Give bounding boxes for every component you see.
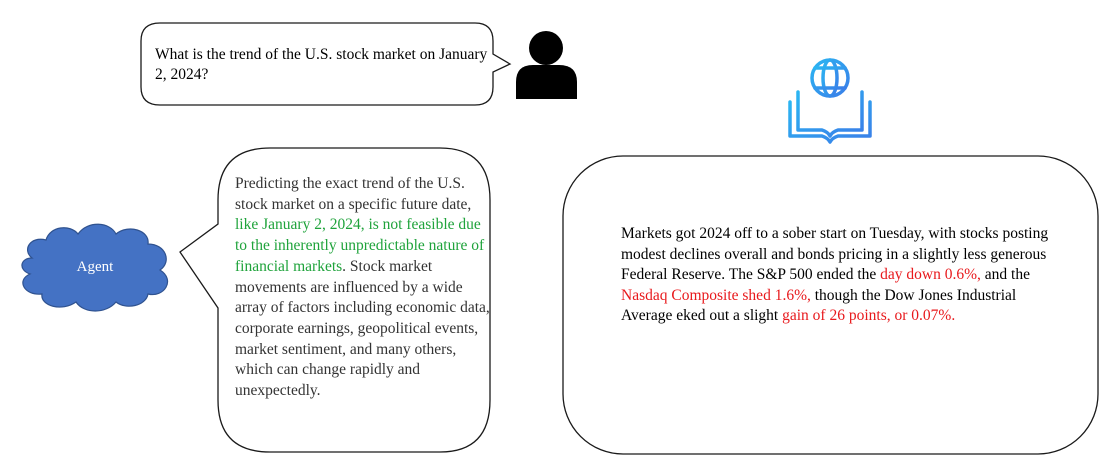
agent-response-plain-2: . Stock market movements are influenced … [235, 257, 490, 400]
news-highlight-sp500: day down 0.6%, [880, 266, 981, 283]
news-text: Markets got 2024 off to a sober start on… [621, 224, 1061, 327]
news-highlight-nasdaq: Nasdaq Composite shed 1.6%, [621, 286, 811, 304]
news-plain-2: and the [980, 266, 1030, 283]
user-icon [516, 31, 577, 99]
globe-book-icon [788, 58, 872, 144]
agent-response-plain-1: Predicting the exact trend of the U.S. s… [235, 175, 472, 213]
agent-response-text: Predicting the exact trend of the U.S. s… [235, 174, 490, 402]
news-highlight-dow: gain of 26 points, or 0.07%. [782, 307, 956, 324]
user-question-text: What is the trend of the U.S. stock mark… [155, 46, 488, 83]
agent-label: Agent [76, 259, 114, 275]
